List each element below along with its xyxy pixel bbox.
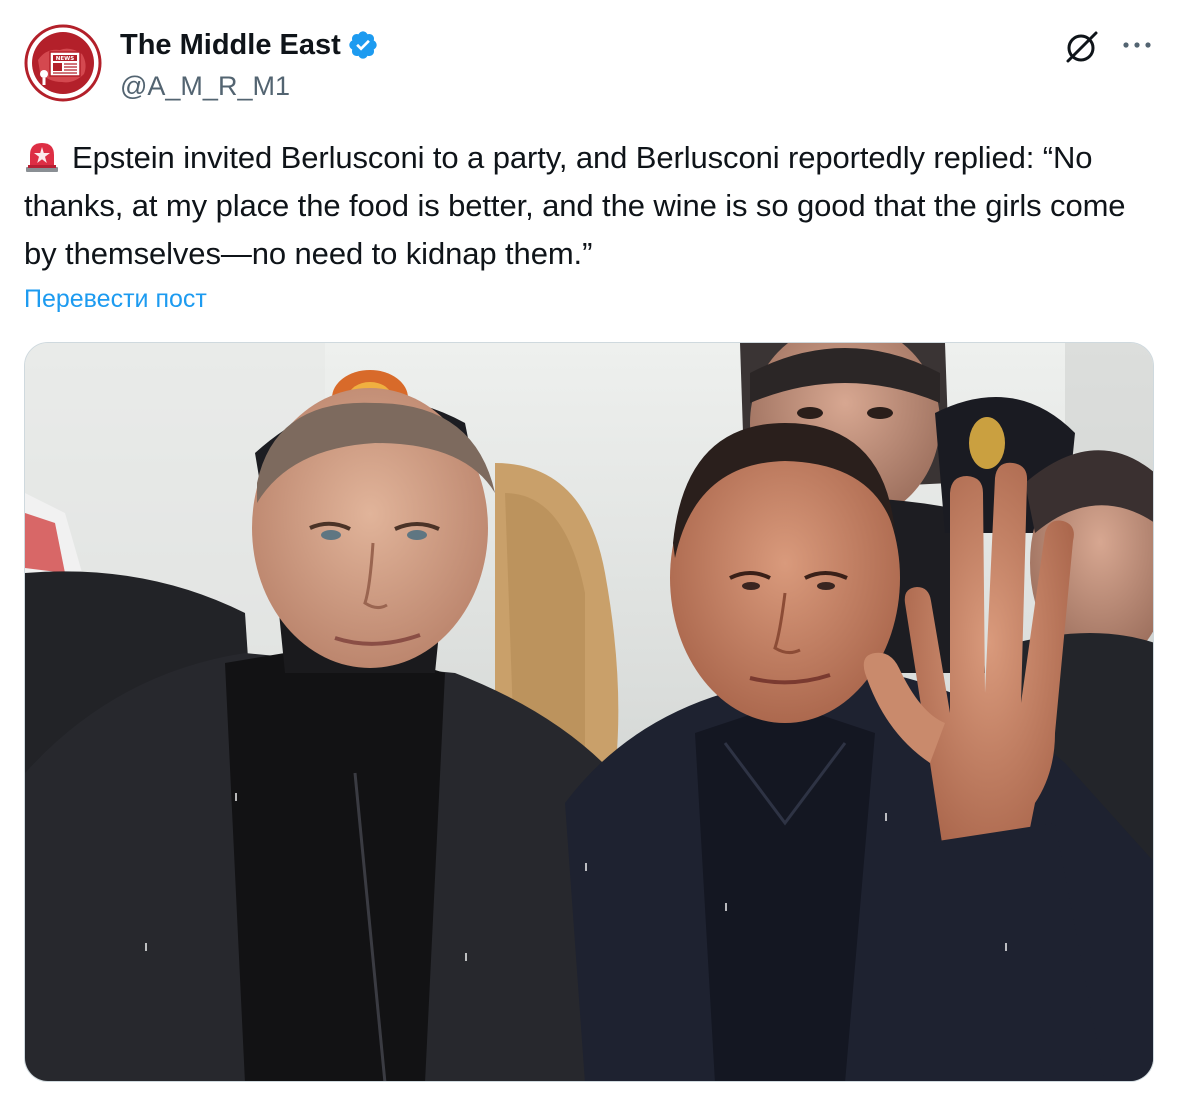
- avatar-news-text: NEWS: [56, 56, 74, 62]
- author-name-row[interactable]: The Middle East: [120, 28, 379, 62]
- author-handle[interactable]: @A_M_R_M1: [120, 70, 290, 102]
- verified-badge-icon: [349, 31, 377, 59]
- siren-icon: [26, 143, 58, 172]
- photo-two-men-in-dark-suits: [25, 343, 1153, 1081]
- translate-post-link[interactable]: Перевести пост: [24, 283, 207, 315]
- avatar[interactable]: NEWS: [24, 24, 102, 102]
- tweet-text: Epstein invited Berlusconi to a party, a…: [24, 134, 1144, 278]
- more-options-icon[interactable]: [1118, 28, 1156, 62]
- tweet-body: Epstein invited Berlusconi to a party, a…: [24, 140, 1126, 271]
- tweet-photo[interactable]: [24, 342, 1154, 1082]
- tweet-card: NEWS The Middle East @A_M_R_M1 Epstein i…: [0, 0, 1183, 1109]
- author-name[interactable]: The Middle East: [120, 28, 341, 62]
- grok-icon[interactable]: [1062, 28, 1100, 66]
